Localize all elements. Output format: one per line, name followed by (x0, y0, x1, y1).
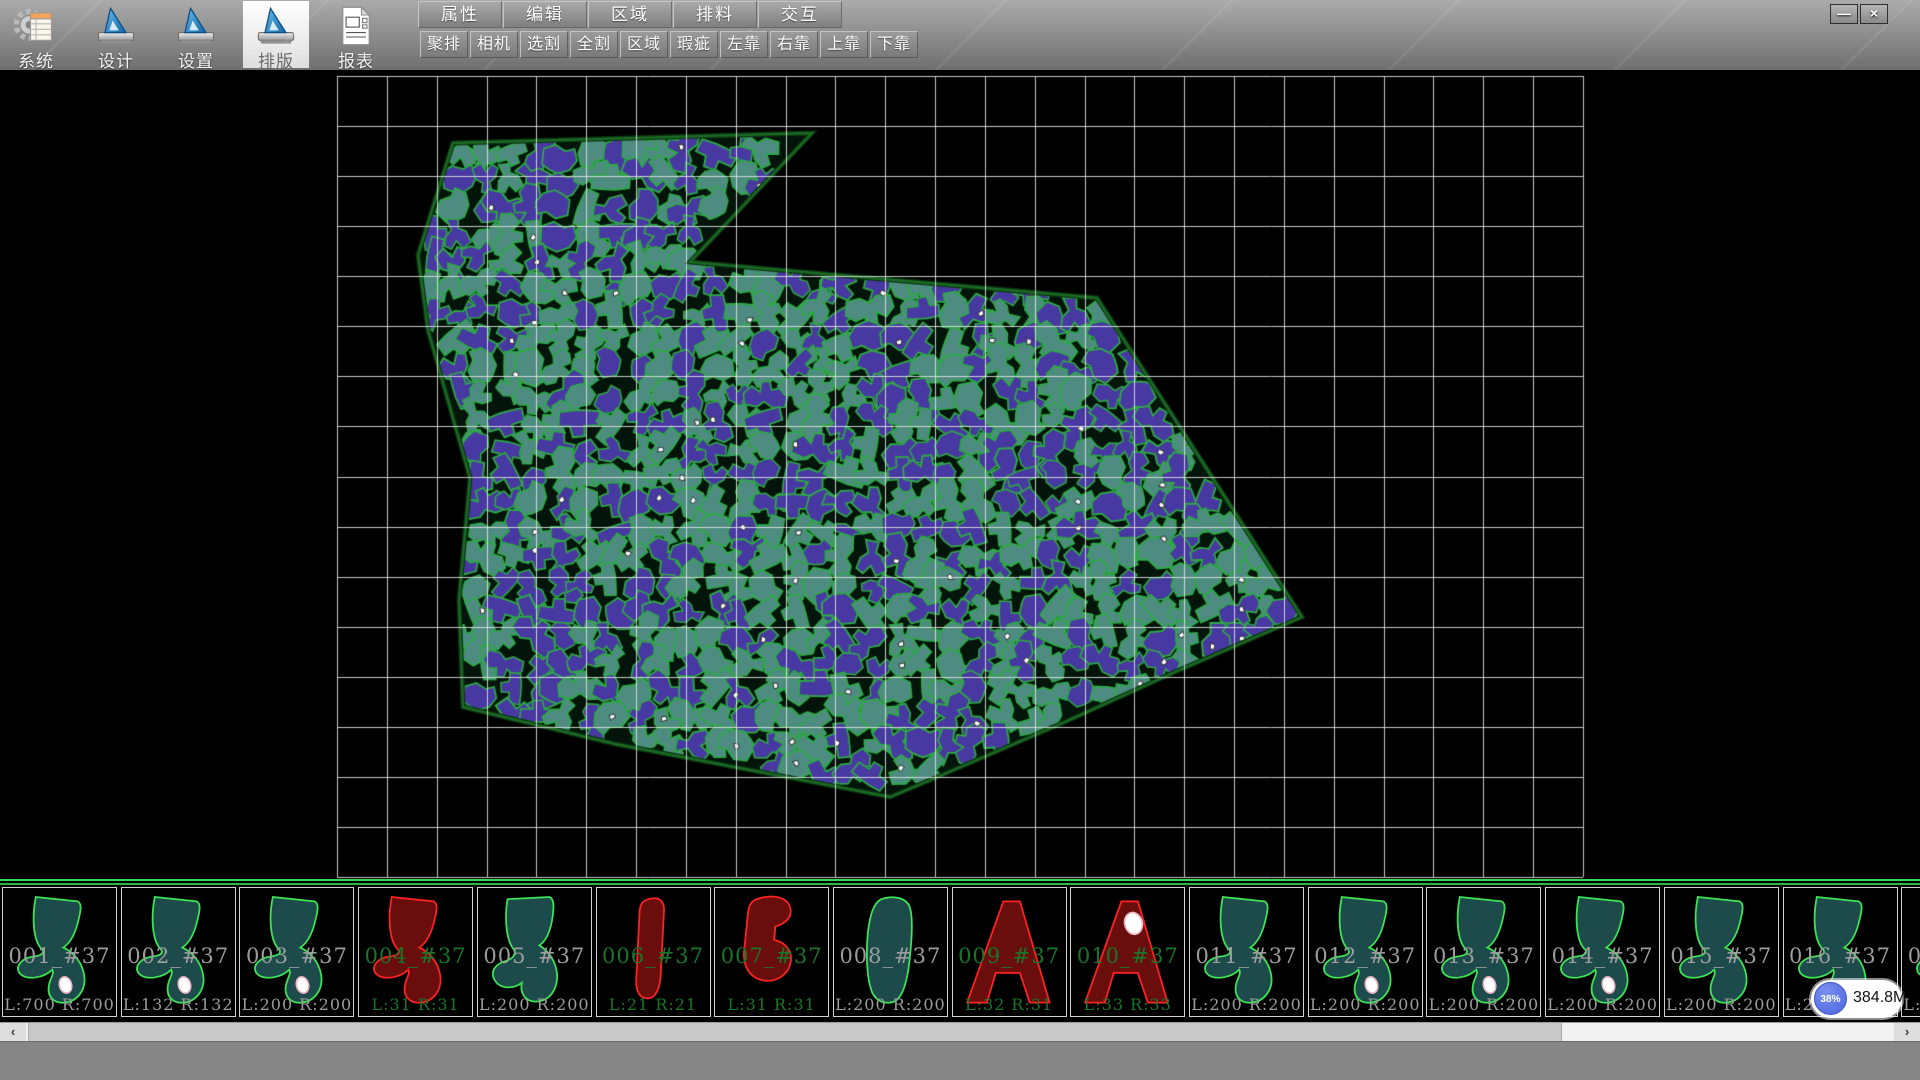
part-name-label: 013_#37 (1427, 944, 1540, 968)
part-lr-label: L:200 R:200 (240, 995, 353, 1014)
main-button-label: 报表 (323, 47, 389, 72)
part-name-label: 004_#37 (359, 944, 472, 968)
menu-tab-edit[interactable]: 编辑 (503, 1, 587, 28)
part-thumbnail-015_#37[interactable]: 015_#37 L:200 R:200 (1664, 887, 1779, 1017)
part-lr-label: L:21 R:21 (597, 995, 710, 1014)
status-bar (0, 1041, 1920, 1080)
part-lr-label: L:200 R:200 (1309, 995, 1422, 1014)
part-name-label: 012_#37 (1309, 944, 1422, 968)
close-button[interactable]: × (1860, 4, 1888, 24)
part-name-label: 015_#37 (1665, 944, 1778, 968)
part-thumbnail-011_#37[interactable]: 011_#37 L:200 R:200 (1189, 887, 1304, 1017)
part-name-label: 011_#37 (1190, 944, 1303, 968)
horizontal-scrollbar[interactable]: ‹ › (0, 1022, 1920, 1041)
menu-tab-properties[interactable]: 属性 (418, 1, 502, 28)
part-name-label: 010_#37 (1071, 944, 1184, 968)
part-lr-label: L:31 R:31 (715, 995, 828, 1014)
parts-panel: 001_#37L:700 R:700002_#37L:132 R:132003_… (0, 879, 1920, 1021)
part-thumbnail-005_#37[interactable]: 005_#37 L:200 R:200 (477, 887, 592, 1017)
main-button-label: 系统 (3, 47, 69, 72)
part-name-label: 008_#37 (834, 944, 947, 968)
action-button-cut-all[interactable]: 全割 (570, 31, 618, 58)
main-button-settings[interactable]: 设置 (163, 1, 229, 68)
part-lr-label: L:200 R:200 (1665, 995, 1778, 1014)
part-thumbnail-007_#37[interactable]: 007_#37 L:31 R:31 (714, 887, 829, 1017)
menu-tab-nest[interactable]: 排料 (673, 1, 757, 28)
part-thumbnail-004_#37[interactable]: 004_#37 L:31 R:31 (358, 887, 473, 1017)
main-button-design[interactable]: 设计 (83, 1, 149, 68)
menu-tab-region[interactable]: 区域 (588, 1, 672, 28)
system-icon (14, 4, 58, 48)
part-lr-label: L:33 R:33 (1071, 995, 1184, 1014)
main-button-nesting[interactable]: 排版 (243, 1, 309, 68)
part-name-label: 002_#37 (122, 944, 235, 968)
part-name-label: 007_#37 (715, 944, 828, 968)
nesting-icon (254, 4, 298, 48)
part-lr-label: L:200 R:200 (1427, 995, 1540, 1014)
main-button-label: 设计 (83, 47, 149, 72)
part-name-label: 016_#37 (1784, 944, 1897, 968)
main-button-report[interactable]: 报表 (323, 1, 389, 68)
part-name-label: 014_#37 (1546, 944, 1659, 968)
part-lr-label: L:31 R:31 (359, 995, 472, 1014)
part-name-label: 009_#37 (953, 944, 1066, 968)
report-icon (334, 4, 378, 48)
part-name-label: 005_#37 (478, 944, 591, 968)
minimize-button[interactable]: — (1830, 4, 1858, 24)
part-name-label: 017_#37 (1902, 944, 1920, 968)
action-button-defect[interactable]: 瑕疵 (670, 31, 718, 58)
part-thumbnail-008_#37[interactable]: 008_#37 L:200 R:200 (833, 887, 948, 1017)
nesting-canvas[interactable] (0, 70, 1920, 879)
part-thumbnail-013_#37[interactable]: 013_#37 L:200 R:200 (1426, 887, 1541, 1017)
action-button-snap-left[interactable]: 左靠 (720, 31, 768, 58)
part-thumbnail-001_#37[interactable]: 001_#37 L:700 R:700 (2, 887, 117, 1017)
part-lr-label: L:200 R:200 (1546, 995, 1659, 1014)
action-button-region[interactable]: 区域 (620, 31, 668, 58)
action-button-snap-bottom[interactable]: 下靠 (870, 31, 918, 58)
scroll-left-icon[interactable]: ‹ (0, 1023, 26, 1041)
app-window: 系统 设计 设置 排版 报表 属性编辑区域排料交互 聚排相机选割全割区域瑕疵左靠… (0, 0, 1920, 1080)
part-lr-label: L:32 R:31 (953, 995, 1066, 1014)
part-thumbnail-002_#37[interactable]: 002_#37 L:132 R:132 (121, 887, 236, 1017)
main-button-system[interactable]: 系统 (3, 1, 69, 68)
action-button-bar: 聚排相机选割全割区域瑕疵左靠右靠上靠下靠 (420, 31, 920, 58)
action-button-cluster-nest[interactable]: 聚排 (420, 31, 468, 58)
action-button-select-cut[interactable]: 选割 (520, 31, 568, 58)
main-button-label: 排版 (243, 47, 309, 72)
part-name-label: 003_#37 (240, 944, 353, 968)
main-button-label: 设置 (163, 47, 229, 72)
title-toolbar: 系统 设计 设置 排版 报表 属性编辑区域排料交互 聚排相机选割全割区域瑕疵左靠… (0, 0, 1920, 71)
part-thumbnail-006_#37[interactable]: 006_#37 L:21 R:21 (596, 887, 711, 1017)
part-thumbnail-009_#37[interactable]: 009_#37 L:32 R:31 (952, 887, 1067, 1017)
action-button-snap-right[interactable]: 右靠 (770, 31, 818, 58)
scroll-right-icon[interactable]: › (1894, 1023, 1920, 1041)
action-button-snap-top[interactable]: 上靠 (820, 31, 868, 58)
memory-progress-pill: 38% 384.8M (1811, 980, 1902, 1018)
memory-usage-label: 384.8M (1853, 989, 1906, 1007)
part-thumbnail-010_#37[interactable]: 010_#37 L:33 R:33 (1070, 887, 1185, 1017)
menu-tab-bar: 属性编辑区域排料交互 (418, 1, 843, 28)
scrollbar-thumb[interactable] (28, 1023, 1562, 1041)
part-thumbnail-014_#37[interactable]: 014_#37 L:200 R:200 (1545, 887, 1660, 1017)
part-name-label: 001_#37 (3, 944, 116, 968)
part-lr-label: L:200 R:200 (834, 995, 947, 1014)
progress-percent-badge: 38% (1814, 982, 1847, 1015)
menu-tab-interact[interactable]: 交互 (758, 1, 842, 28)
part-name-label: 006_#37 (597, 944, 710, 968)
part-thumbnail-003_#37[interactable]: 003_#37 L:200 R:200 (239, 887, 354, 1017)
part-lr-label: L:700 R:700 (3, 995, 116, 1014)
design-icon (94, 4, 138, 48)
settings-icon (174, 4, 218, 48)
panel-top-line (0, 879, 1920, 881)
part-lr-label: L:132 R:132 (122, 995, 235, 1014)
part-lr-label: L:200 R:200 (1190, 995, 1303, 1014)
action-button-camera[interactable]: 相机 (470, 31, 518, 58)
part-lr-label: L:200 R:200 (478, 995, 591, 1014)
part-thumbnail-012_#37[interactable]: 012_#37 L:200 R:200 (1308, 887, 1423, 1017)
panel-top-line-2 (0, 883, 1920, 885)
